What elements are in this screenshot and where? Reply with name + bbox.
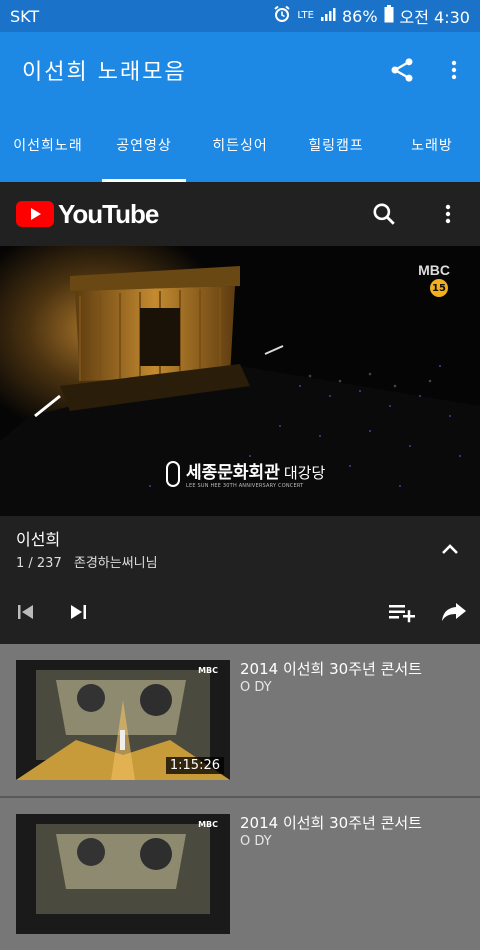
playlist-add-icon <box>389 605 415 623</box>
skip-previous-icon <box>18 605 33 619</box>
youtube-logo[interactable]: YouTube <box>16 199 352 230</box>
alarm-icon <box>273 5 291 27</box>
clock: 오전 4:30 <box>399 8 470 27</box>
thumbnail-channel-logo: MBC <box>198 666 218 675</box>
video-player[interactable]: MBC 15 세종문화회관 대강당 LEE SUN HEE 30TH ANNIV… <box>0 246 480 516</box>
status-indicators: LTE 86% 오전 4:30 <box>273 4 470 28</box>
battery-percent: 86% <box>341 6 378 26</box>
age-rating-badge: 15 <box>430 279 448 297</box>
network-label: LTE <box>297 10 314 21</box>
more-vert-icon <box>445 204 451 224</box>
next-button[interactable] <box>52 588 104 636</box>
tab-performance-videos[interactable]: 공연영상 <box>96 108 192 182</box>
tab-hidden-singer[interactable]: 히든싱어 <box>192 108 288 182</box>
status-bar: SKT LTE 86% 오전 4:30 <box>0 0 480 32</box>
venue-caption: 세종문화회관 대강당 LEE SUN HEE 30TH ANNIVERSARY … <box>166 458 325 489</box>
skip-next-icon <box>71 605 86 619</box>
add-to-playlist-button[interactable] <box>376 588 428 636</box>
video-title: 2014 이선희 30주년 콘서트 <box>240 660 422 678</box>
playlist-index: 1 / 237 <box>16 556 62 571</box>
tab-label: 공연영상 <box>116 138 172 154</box>
youtube-search-button[interactable] <box>352 182 416 246</box>
app-title: 이선희 노래모음 <box>22 60 187 85</box>
signal-icon <box>320 6 336 26</box>
share-arrow-icon <box>442 603 466 621</box>
playlist-controls <box>0 588 480 636</box>
tab-label: 이선희노래 <box>13 138 83 154</box>
playlist-item[interactable]: MBC 1:15:26 2014 이선희 30주년 콘서트 O DY <box>0 644 480 796</box>
video-channel: O DY <box>240 834 272 849</box>
more-vert-icon <box>451 60 457 80</box>
app-bar: 이선희 노래모음 <box>0 32 480 108</box>
tab-healing-camp[interactable]: 힐링캠프 <box>288 108 384 182</box>
video-duration: 1:15:26 <box>165 757 224 774</box>
tab-label: 힐링캠프 <box>308 138 364 154</box>
tab-lee-songs[interactable]: 이선희노래 <box>0 108 96 182</box>
youtube-play-icon <box>16 201 54 227</box>
category-tabs: 이선희노래 공연영상 히든싱어 힐링캠프 노래방 <box>0 108 480 182</box>
concert-caption: LEE SUN HEE 30TH ANNIVERSARY CONCERT <box>186 483 304 489</box>
tab-karaoke[interactable]: 노래방 <box>384 108 480 182</box>
battery-icon <box>384 5 394 27</box>
thumbnail-channel-logo: MBC <box>198 820 218 829</box>
share-button[interactable] <box>376 44 428 96</box>
search-icon <box>373 203 395 225</box>
youtube-wordmark: YouTube <box>58 198 159 229</box>
share-video-button[interactable] <box>428 588 480 636</box>
youtube-header: YouTube <box>0 182 480 246</box>
venue-name: 세종문화회관 <box>186 463 280 483</box>
playlist-position: 1 / 237 존경하는써니님 <box>16 552 158 571</box>
overflow-menu-button[interactable] <box>428 44 480 96</box>
playlist-title: 이선희 <box>16 530 61 549</box>
video-thumbnail: MBC 1:15:26 <box>16 660 230 780</box>
chevron-up-icon <box>442 544 458 554</box>
carrier-label: SKT <box>10 6 40 26</box>
now-playing-panel: 이선희 1 / 237 존경하는써니님 <box>0 516 480 644</box>
playlist-list: MBC 1:15:26 2014 이선희 30주년 콘서트 O DY MBC 2… <box>0 644 480 950</box>
playlist-owner: 존경하는써니님 <box>73 556 158 571</box>
video-title: 2014 이선희 30주년 콘서트 <box>240 814 422 832</box>
tab-label: 노래방 <box>411 138 453 154</box>
venue-logo-icon <box>166 460 180 487</box>
share-icon <box>391 58 413 82</box>
channel-logo: MBC <box>418 262 450 278</box>
video-channel: O DY <box>240 680 272 695</box>
playlist-item[interactable]: MBC 2014 이선희 30주년 콘서트 O DY <box>0 798 480 950</box>
youtube-menu-button[interactable] <box>416 182 480 246</box>
video-thumbnail: MBC <box>16 814 230 934</box>
venue-hall: 대강당 <box>283 464 326 482</box>
previous-button[interactable] <box>0 588 52 636</box>
tab-label: 히든싱어 <box>212 138 268 154</box>
collapse-button[interactable] <box>436 536 464 564</box>
